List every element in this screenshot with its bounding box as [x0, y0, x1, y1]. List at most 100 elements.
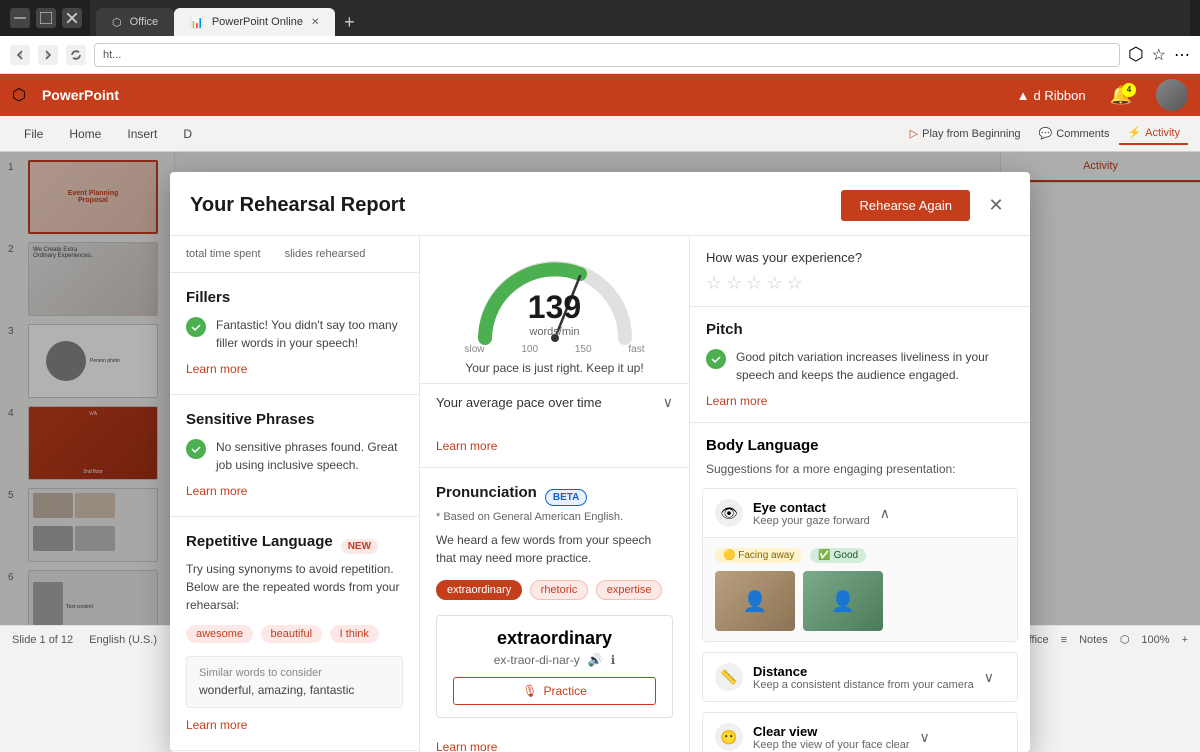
language-info: English (U.S.) — [89, 634, 157, 646]
star-3[interactable]: ☆ — [746, 273, 762, 294]
pitch-check-icon — [706, 349, 726, 369]
play-from-beginning-button[interactable]: ▷ Play from Beginning — [902, 123, 1029, 144]
clear-view-expand-icon[interactable]: ∨ — [920, 729, 930, 746]
modal-close-button[interactable]: ✕ — [982, 192, 1010, 220]
speaker-icon[interactable]: 🔊 — [588, 653, 603, 667]
pronunciation-section: Pronunciation BETA * Based on General Am… — [420, 468, 689, 752]
distance-title: Distance — [753, 664, 974, 679]
tag-beautiful[interactable]: beautiful — [261, 625, 323, 643]
distance-item: 📏 Distance Keep a consistent distance fr… — [702, 652, 1018, 702]
pace-learn-more[interactable]: Learn more — [436, 439, 497, 453]
notes-label[interactable]: Notes — [1079, 634, 1108, 646]
tag-awesome[interactable]: awesome — [186, 625, 253, 643]
fillers-learn-more[interactable]: Learn more — [186, 362, 247, 376]
notification-badge: 4 — [1122, 83, 1136, 97]
repetitive-content: Try using synonyms to avoid repetition. … — [186, 560, 403, 614]
repetitive-new-badge: NEW — [341, 539, 378, 554]
pronunciation-title: Pronunciation — [436, 484, 537, 501]
fillers-content: Fantastic! You didn't say too many fille… — [216, 316, 403, 352]
tab-design[interactable]: D — [171, 121, 204, 147]
clear-view-header[interactable]: 😶 Clear view Keep the view of your face … — [703, 713, 1017, 752]
main-area: 1 Event PlanningProposal 2 We Create Ext… — [0, 152, 1200, 625]
tab-office[interactable]: ⬡ Office — [96, 8, 174, 36]
info-icon[interactable]: ℹ — [611, 653, 616, 667]
clear-view-title: Clear view — [753, 724, 910, 739]
pronunciation-learn-more[interactable]: Learn more — [436, 740, 497, 752]
tag-i-think[interactable]: I think — [330, 625, 379, 643]
body-language-subtitle: Suggestions for a more engaging presenta… — [690, 462, 1030, 488]
stars-rating[interactable]: ☆ ☆ ☆ ☆ ☆ — [706, 273, 1014, 294]
stats-row: total time spent slides rehearsed — [170, 236, 419, 273]
new-tab-button[interactable]: + — [335, 8, 363, 36]
body-language-section: Body Language Suggestions for a more eng… — [690, 423, 1030, 752]
address-bar[interactable] — [94, 43, 1120, 67]
activity-tab-button[interactable]: ⚡ Activity — [1119, 122, 1188, 145]
window-controls — [10, 8, 82, 28]
avg-pace-row[interactable]: Your average pace over time ∨ — [420, 383, 689, 421]
refresh-button[interactable] — [66, 45, 86, 65]
powerpoint-logo-icon: ⬡ — [12, 85, 26, 105]
pitch-learn-more[interactable]: Learn more — [706, 394, 767, 408]
repetitive-language-section: Repetitive Language NEW Try using synony… — [170, 517, 419, 751]
tab-insert[interactable]: Insert — [115, 121, 169, 147]
close-window-button[interactable] — [62, 8, 82, 28]
star-4[interactable]: ☆ — [766, 273, 782, 294]
zoom-icon[interactable]: + — [1182, 634, 1188, 646]
pronunciation-beta-badge: BETA — [545, 489, 587, 506]
eye-contact-info: Eye contact Keep your gaze forward — [753, 500, 870, 527]
star-2[interactable]: ☆ — [726, 273, 742, 294]
maximize-button[interactable] — [36, 8, 56, 28]
repetitive-title: Repetitive Language — [186, 533, 333, 550]
tag-extraordinary[interactable]: extraordinary — [436, 580, 522, 600]
eye-contact-collapse-icon[interactable]: ∧ — [880, 505, 890, 522]
tab-file[interactable]: File — [12, 121, 55, 147]
zoom-level: 100% — [1141, 634, 1169, 646]
modal-right-column: How was your experience? ☆ ☆ ☆ ☆ ☆ Pitch — [690, 236, 1030, 752]
distance-expand-icon[interactable]: ∨ — [984, 669, 994, 686]
pitch-content: Good pitch variation increases livelines… — [736, 348, 1014, 384]
tag-expertise[interactable]: expertise — [596, 580, 663, 600]
back-button[interactable] — [10, 45, 30, 65]
microphone-icon: 🎙 — [522, 684, 537, 698]
chevron-down-icon: ∨ — [663, 394, 673, 411]
sensitive-phrases-learn-more[interactable]: Learn more — [186, 484, 247, 498]
forward-button[interactable] — [38, 45, 58, 65]
collapse-ribbon-button[interactable]: ▲ d Ribbon — [1017, 88, 1086, 103]
modal-header-right: Rehearse Again ✕ — [841, 190, 1010, 221]
repetitive-learn-more[interactable]: Learn more — [186, 718, 247, 732]
more-icon[interactable]: ⋯ — [1174, 45, 1190, 65]
eye-contact-status-row: 🟡 Facing away ✅ Good — [715, 548, 1005, 563]
share-icon[interactable]: ⬡ — [1128, 44, 1144, 65]
distance-header[interactable]: 📏 Distance Keep a consistent distance fr… — [703, 653, 1017, 701]
tab-close-icon[interactable]: ✕ — [311, 17, 319, 28]
pitch-title: Pitch — [706, 321, 1014, 338]
activity-icon: ⚡ — [1127, 126, 1141, 139]
star-1[interactable]: ☆ — [706, 273, 722, 294]
notifications-icon[interactable]: 🔔 4 — [1102, 85, 1140, 106]
rehearse-again-button[interactable]: Rehearse Again — [841, 190, 970, 221]
how-was-section: How was your experience? ☆ ☆ ☆ ☆ ☆ — [690, 236, 1030, 307]
minimize-button[interactable] — [10, 8, 30, 28]
stat-total-time: total time spent — [186, 248, 261, 260]
eye-contact-header[interactable]: 👁 Eye contact Keep your gaze forward ∧ — [703, 489, 1017, 537]
tab-powerpoint[interactable]: 📊 PowerPoint Online ✕ — [174, 8, 335, 36]
bookmark-icon[interactable]: ☆ — [1152, 45, 1166, 65]
star-5[interactable]: ☆ — [787, 273, 803, 294]
synonyms-box: Similar words to consider wonderful, ama… — [186, 656, 403, 708]
body-language-title: Body Language — [690, 437, 1030, 462]
play-icon: ▷ — [910, 127, 918, 140]
modal-overlay: Your Rehearsal Report Rehearse Again ✕ t… — [0, 152, 1200, 625]
fillers-check-icon — [186, 317, 206, 337]
sensitive-check-icon — [186, 439, 206, 459]
practice-button[interactable]: 🎙 Practice — [453, 677, 656, 705]
view-icons: ⬡ — [1120, 633, 1130, 646]
user-avatar[interactable] — [1156, 79, 1188, 111]
gauge-value: 139 words/min — [528, 289, 581, 338]
pitch-section: Pitch Good pitch variation increases liv… — [690, 307, 1030, 423]
tab-bar: ⬡ Office 📊 PowerPoint Online ✕ + — [90, 0, 1190, 36]
comments-icon: 💬 — [1039, 127, 1053, 140]
word-card: extraordinary ex-traor-di-nar-y 🔊 ℹ 🎙 Pr… — [436, 615, 673, 718]
tab-home[interactable]: Home — [57, 121, 113, 147]
tag-rhetoric[interactable]: rhetoric — [530, 580, 589, 600]
comments-tab-button[interactable]: 💬 Comments — [1031, 123, 1118, 144]
